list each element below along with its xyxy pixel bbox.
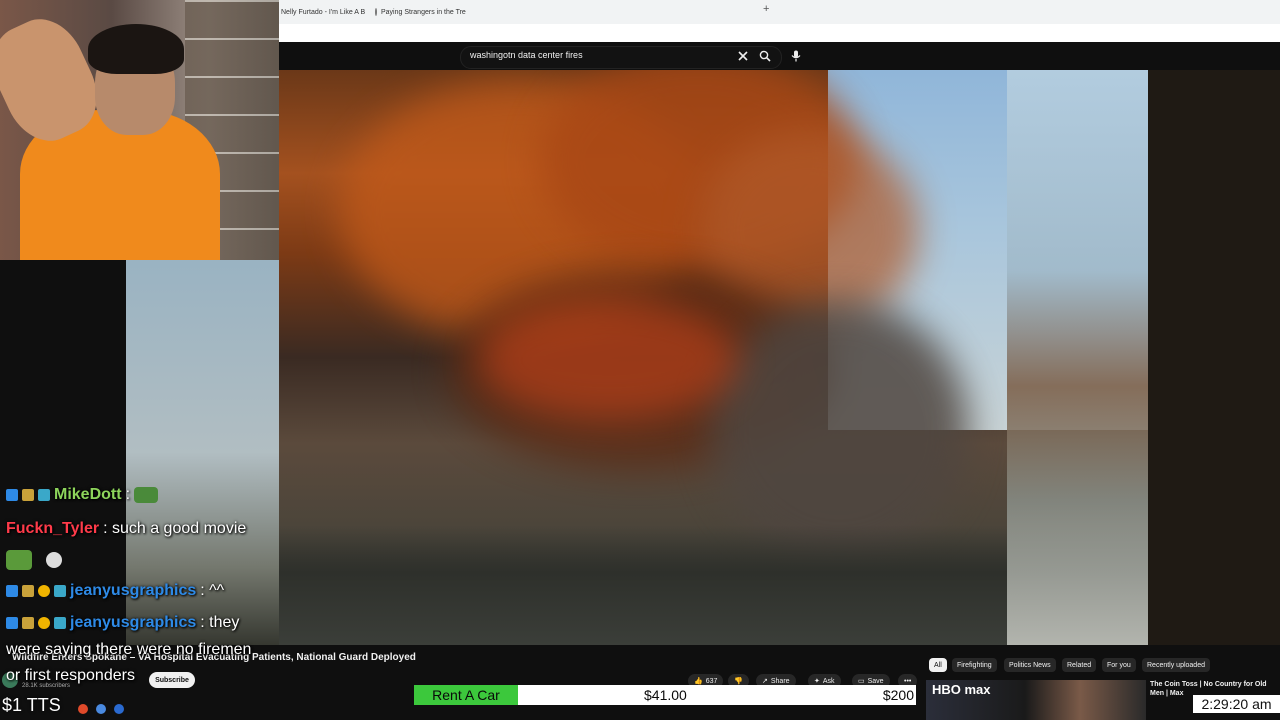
search-query[interactable]: washingotn data center fires [470,50,583,60]
chip-related[interactable]: Related [1062,658,1097,672]
chat-text: : ^^ [200,582,225,599]
clear-search-icon[interactable] [735,48,751,64]
prime-badge-icon [6,585,18,597]
goal-current: $41.00 [644,687,687,703]
prime-badge-icon [6,617,18,629]
microphone-icon[interactable] [788,48,804,64]
sparkle-icon: ✦ [814,678,820,685]
gift-badge-icon [54,617,66,629]
tab-label: Paying Strangers in the Tre [381,8,466,16]
webcam-hair [88,24,184,74]
chat-username[interactable]: Fuckn_Tyler [6,520,99,538]
flames [479,300,739,420]
stream-clock: 2:29:20 am [1193,695,1280,713]
search-icon[interactable] [757,48,773,64]
sub-badge-icon [22,489,34,501]
one-badge-icon [38,617,50,629]
tab-label: Nelly Furtado - I'm Like A B [281,8,366,16]
side-dark-panel [1148,70,1280,645]
goal-label: Rent A Car [414,685,518,705]
gift-badge-icon [54,585,66,597]
chip-firefighting[interactable]: Firefighting [952,658,997,672]
chat-text: : [125,486,131,503]
one-badge-icon [38,585,50,597]
chat-text: : they [200,614,240,631]
chat-username[interactable]: MikeDott [54,486,122,504]
prime-badge-icon [6,489,18,501]
chat-message: Fuckn_Tyler : such a good movie [6,520,246,538]
share-icon: ↗ [762,678,768,685]
smoke-cloud [709,300,969,560]
chat-emote-line [6,550,62,570]
chat-username[interactable]: jeanyusgraphics [70,582,196,600]
chip-for-you[interactable]: For you [1102,658,1136,672]
tts-price: $1 TTS [2,695,61,715]
sub-badge-icon [22,617,34,629]
address-bar-strip [279,24,1280,43]
chat-text: : such a good movie [103,520,247,537]
browser-tab-nelly[interactable]: Nelly Furtado - I'm Like A B ✕ [281,4,367,20]
hbo-max-logo: HBO max [932,682,991,697]
video-ghost-right [1007,70,1148,645]
like-count: 637 [705,677,718,685]
new-tab-button[interactable]: + [763,3,769,15]
chip-politics-news[interactable]: Politics News [1004,658,1056,672]
more-icon: ••• [904,677,912,685]
emote-icon [134,487,159,503]
firefox-icon[interactable] [78,704,88,714]
thumbs-up-icon: 👍 [694,678,703,685]
steam-icon[interactable] [114,704,124,714]
chat-username[interactable]: jeanyusgraphics [70,614,196,632]
bookmark-icon: ▭ [858,678,865,685]
browser-tab-strip: Nelly Furtado - I'm Like A B ✕ Paying St… [279,0,1280,24]
chip-recently-uploaded[interactable]: Recently uploaded [1142,658,1210,672]
browser-tab-paying-strangers[interactable]: Paying Strangers in the Tre ✕ [371,4,471,20]
chip-all[interactable]: All [929,658,947,672]
donation-goal-bar: Rent A Car $41.00 $200 [414,685,916,705]
chat-message: jeanyusgraphics : they [6,614,239,632]
save-label: Save [867,677,884,685]
wave-emote-icon [46,552,62,568]
recording-icon [375,8,377,16]
chat-message: MikeDott : [6,486,159,504]
thumbs-down-icon: 👎 [734,678,743,685]
chat-continuation: were saying there were no firemen [6,641,252,658]
chat-continuation: or first responders [6,667,135,684]
frog-emote-icon [6,550,32,570]
taskbar-icons [78,704,124,714]
share-label: Share [770,677,790,685]
gift-badge-icon [38,489,50,501]
streamer-webcam [0,0,279,260]
sub-badge-icon [22,585,34,597]
ask-label: Ask [822,677,835,685]
subscribe-button[interactable]: Subscribe [149,672,195,688]
goal-target: $200 [882,687,914,703]
chrome-icon[interactable] [96,704,106,714]
chat-message: jeanyusgraphics : ^^ [6,582,224,600]
